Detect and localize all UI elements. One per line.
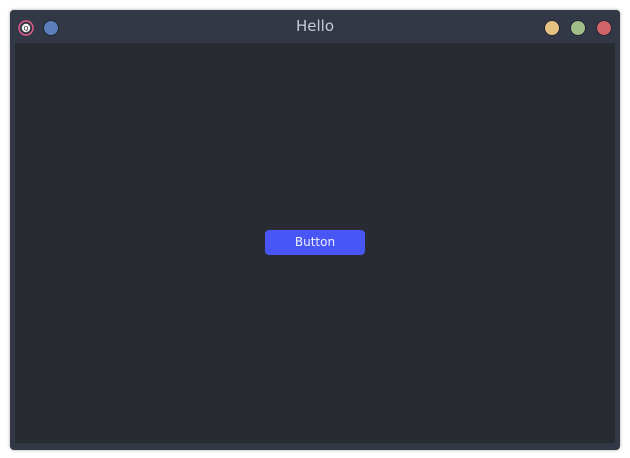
pin-button[interactable] — [43, 20, 59, 36]
title-bar[interactable]: Q Hello — [10, 10, 620, 43]
window-title: Hello — [295, 17, 335, 35]
qt-app-icon[interactable]: Q — [18, 20, 34, 36]
app-window: Q Hello Button — [10, 10, 620, 450]
svg-text:Q: Q — [24, 26, 29, 33]
minimize-button[interactable] — [544, 20, 560, 36]
content-area: Button — [15, 43, 615, 443]
maximize-button[interactable] — [570, 20, 586, 36]
close-button[interactable] — [596, 20, 612, 36]
main-button[interactable]: Button — [265, 230, 365, 255]
